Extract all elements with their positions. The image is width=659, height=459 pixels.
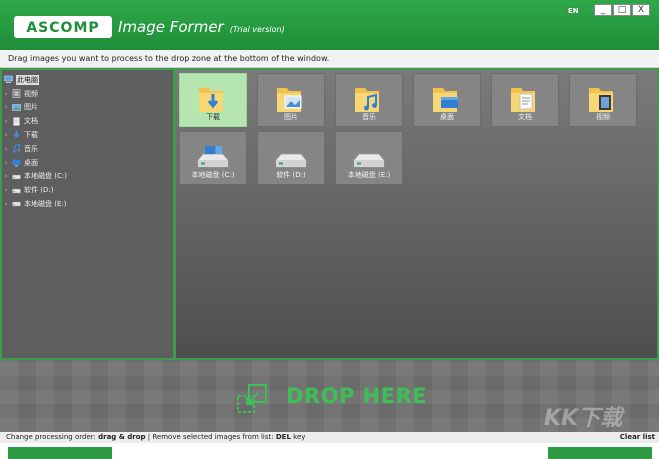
folder-tile-label: 下载	[206, 113, 220, 121]
pictures-folder-icon	[277, 88, 302, 112]
folder-tile-label: 软件 (D:)	[276, 171, 306, 179]
tree-item[interactable]: › 桌面	[2, 156, 38, 169]
remove-hint-suffix: key	[290, 433, 306, 441]
drive-icon	[275, 153, 307, 168]
tree-item-label: 文档	[24, 117, 38, 126]
app-title: Image Former (Trial version)	[118, 18, 285, 36]
tree-root-label: 此电脑	[16, 74, 39, 85]
drive-icon	[12, 202, 21, 207]
tree-item[interactable]: › 下载	[2, 128, 38, 141]
drive-icon	[12, 174, 21, 180]
tree-item-label: 桌面	[24, 158, 38, 167]
folder-tile-label: 桌面	[440, 113, 454, 121]
computer-icon	[4, 75, 13, 83]
ascomp-logo: ASCOMP	[14, 16, 112, 38]
expand-chevron-icon[interactable]: ›	[2, 172, 10, 180]
music-icon	[12, 144, 20, 153]
expand-chevron-icon[interactable]: ›	[2, 186, 10, 194]
expand-chevron-icon[interactable]: ›	[2, 159, 10, 167]
folder-tile[interactable]: 本地磁盘 (E:)	[335, 131, 403, 185]
tree-item[interactable]: › 本地磁盘 (C:)	[2, 170, 67, 183]
folder-tile[interactable]: 桌面	[413, 73, 481, 127]
drop-zone[interactable]: DROP HERE KK下载	[0, 358, 659, 432]
tree-item[interactable]: › 文档	[2, 115, 38, 128]
bottom-bar	[0, 443, 659, 459]
clear-list-button[interactable]: Clear list	[620, 432, 655, 443]
videos-folder-icon	[589, 88, 613, 112]
document-icon	[13, 116, 20, 126]
folder-tile[interactable]: 图片	[257, 73, 325, 127]
drive-icon	[353, 153, 385, 168]
desktop-folder-icon	[433, 88, 458, 112]
tree-item-label: 下载	[24, 130, 38, 139]
folder-tile-label: 文档	[518, 113, 532, 121]
language-button[interactable]: EN	[566, 6, 581, 16]
picture-icon	[12, 104, 21, 111]
folder-tile-label: 图片	[284, 113, 298, 121]
tree-item-label: 软件 (D:)	[24, 186, 54, 195]
browser-frame: 此电脑 › 视频 › 图片 › 文档 › 下载 › 音乐 › 桌面 › 本地磁盘 (C:) › 软件 (D:)…	[0, 68, 659, 358]
folder-tree[interactable]: 此电脑 › 视频 › 图片 › 文档 › 下载 › 音乐 › 桌面 › 本地磁盘 (C:) › 软件 (D:)…	[2, 70, 175, 358]
folder-tile[interactable]: 软件 (D:)	[257, 131, 325, 185]
close-button[interactable]: X	[632, 4, 650, 16]
app-subtitle: (Trial version)	[229, 25, 285, 34]
desktop-icon	[12, 159, 21, 167]
tree-item[interactable]: › 图片	[2, 101, 38, 114]
bottom-right-button[interactable]	[548, 447, 652, 459]
instruction-bar: Drag images you want to process to the d…	[0, 50, 659, 68]
folder-grid[interactable]: 下载 图片 音乐 桌面 文档 视频本地磁盘 (C:) 软件 (D:) 本地磁盘 (E:)	[176, 70, 657, 358]
drive-c-icon	[197, 146, 229, 168]
folder-tile[interactable]: 文档	[491, 73, 559, 127]
status-bar: Change processing order: drag & drop | R…	[0, 432, 659, 443]
folder-tile[interactable]: 视频	[569, 73, 637, 127]
folder-tile-label: 本地磁盘 (C:)	[191, 171, 235, 179]
minimize-button[interactable]: _	[594, 4, 612, 16]
svg-text:ASCOMP: ASCOMP	[26, 20, 99, 36]
expand-chevron-icon[interactable]: ›	[2, 200, 10, 208]
folder-tile[interactable]: 音乐	[335, 73, 403, 127]
folder-tile[interactable]: 下载	[179, 73, 247, 127]
order-hint-label: Change processing order:	[6, 433, 99, 441]
drop-target-icon	[237, 384, 267, 413]
folder-tile[interactable]: 本地磁盘 (C:)	[179, 131, 247, 185]
drive-icon	[12, 188, 21, 193]
tree-root-this-pc[interactable]: 此电脑	[2, 73, 39, 86]
remove-hint-key: DEL	[275, 433, 291, 441]
music-folder-icon	[355, 88, 379, 112]
expand-chevron-icon[interactable]: ›	[2, 131, 10, 139]
tree-item[interactable]: › 视频	[2, 87, 38, 100]
tree-item[interactable]: › 软件 (D:)	[2, 184, 54, 197]
expand-chevron-icon[interactable]: ›	[2, 117, 10, 125]
remove-hint-label: | Remove selected images from list:	[145, 433, 276, 441]
tree-item-label: 本地磁盘 (E:)	[24, 199, 67, 208]
order-hint-value: drag & drop	[98, 433, 146, 441]
tree-item-label: 视频	[24, 89, 38, 98]
folder-tile-label: 视频	[596, 113, 610, 121]
documents-folder-icon	[511, 88, 535, 112]
drop-here-label: DROP HERE	[286, 384, 428, 408]
maximize-button[interactable]: □	[613, 4, 631, 16]
tree-item[interactable]: › 音乐	[2, 142, 38, 155]
download-icon	[13, 130, 20, 139]
tree-item-label: 本地磁盘 (C:)	[24, 172, 67, 181]
expand-chevron-icon[interactable]: ›	[2, 145, 10, 153]
watermark: KK下载	[544, 406, 623, 431]
tree-item[interactable]: › 本地磁盘 (E:)	[2, 197, 67, 210]
tree-item-label: 音乐	[24, 144, 38, 153]
folder-tile-label: 音乐	[362, 113, 376, 121]
expand-chevron-icon[interactable]: ›	[2, 103, 10, 111]
bottom-left-button[interactable]	[8, 447, 112, 459]
tree-item-label: 图片	[24, 103, 38, 112]
title-bar: ASCOMP Image Former (Trial version) EN _ …	[0, 0, 659, 50]
window-controls: _ □ X	[594, 4, 650, 16]
download-folder-icon	[199, 88, 223, 112]
video-icon	[12, 89, 21, 98]
app-title-text: Image Former	[118, 18, 224, 36]
folder-tile-label: 本地磁盘 (E:)	[347, 171, 391, 179]
expand-chevron-icon[interactable]: ›	[2, 90, 10, 98]
